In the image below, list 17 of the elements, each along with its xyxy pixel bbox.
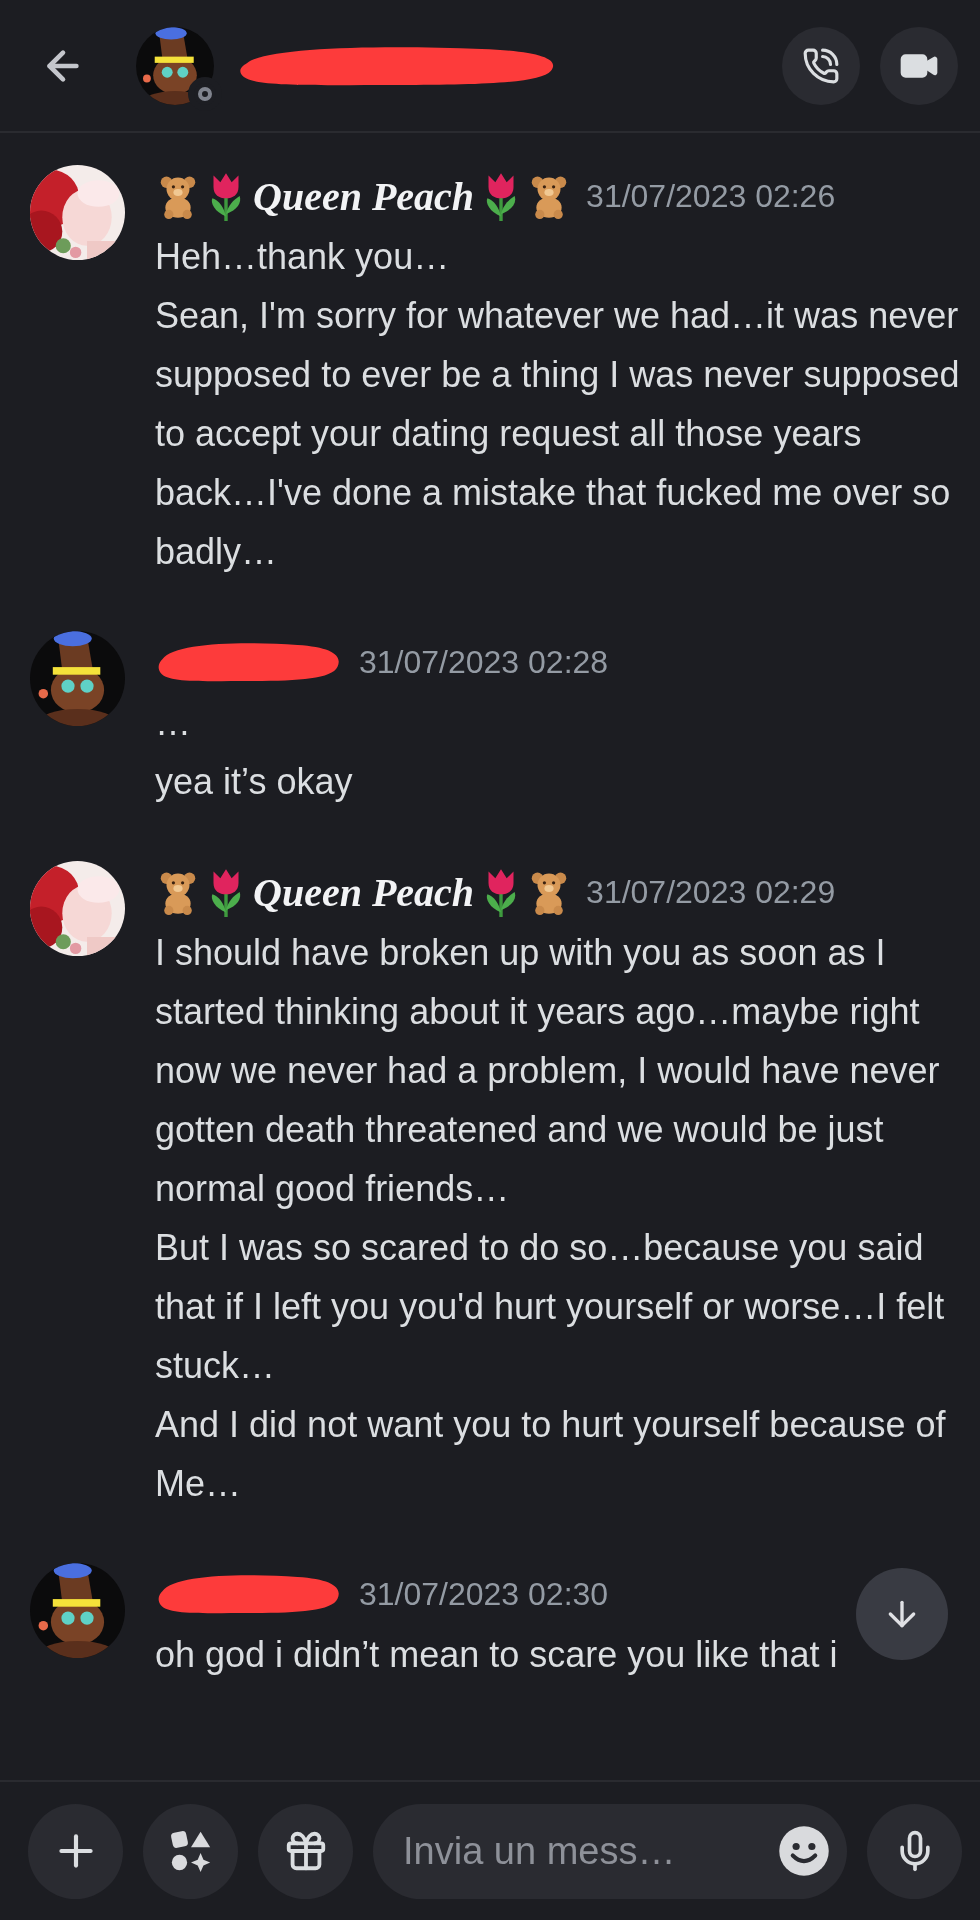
message-text: … [155, 701, 191, 745]
message-text: Sean, I'm sorry for whatever we had…it was never supposed to ever be a thing I was never supposed to accept your dating request all those years back…I've done a mistake that fucked me over so badly… [155, 294, 960, 574]
message-text: But I was so scared to do so…because you said that if I left you you'd hurt yourself or worse…I felt stuck… [155, 1226, 946, 1388]
phone-icon [802, 46, 840, 85]
message-text: Heh…thank you… [155, 235, 450, 279]
timestamp: 31/07/2023 02:30 [359, 1575, 609, 1613]
timestamp: 31/07/2023 02:28 [359, 643, 609, 681]
timestamp: 31/07/2023 02:26 [586, 177, 836, 215]
message-field[interactable]: Invia un mess… [373, 1803, 847, 1899]
message-text: yea it’s okay [155, 760, 353, 804]
emoji-icon[interactable] [777, 1823, 831, 1878]
author-name[interactable]: Queen Peach [253, 172, 475, 220]
message-text: And I did not want you to hurt yourself because of Me… [155, 1403, 947, 1506]
timestamp: 31/07/2023 02:29 [586, 873, 836, 911]
message-text: I should have broken up with you as soon as I started thinking about it years ago…maybe right now we never had a problem, I would have never gotten death threatened and we would be just normal good friends… [155, 931, 941, 1211]
author-name[interactable]: Queen Peach [253, 868, 475, 916]
message-text: oh god i didn’t mean to scare you like that i [155, 1633, 838, 1677]
